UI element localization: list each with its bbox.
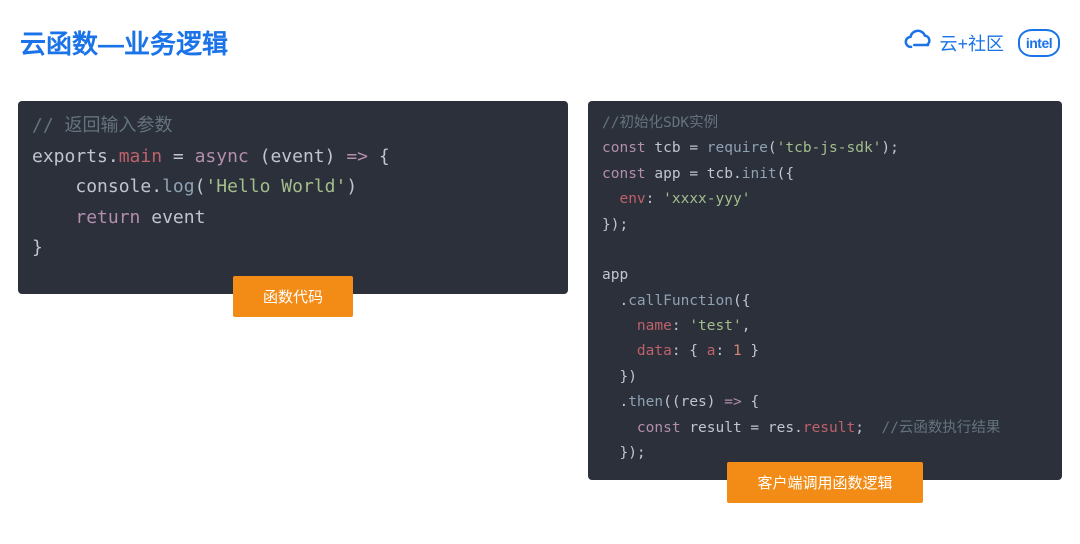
cloud-icon bbox=[903, 29, 933, 56]
logos: 云+社区 intel bbox=[903, 29, 1060, 57]
header: 云函数—业务逻辑 云+社区 intel bbox=[0, 0, 1080, 61]
client-call-badge: 客户端调用函数逻辑 bbox=[727, 462, 922, 503]
page-title: 云函数—业务逻辑 bbox=[20, 24, 228, 61]
function-code-panel: // 返回输入参数 exports.main = async (event) =… bbox=[18, 101, 568, 294]
function-code-block: // 返回输入参数 exports.main = async (event) =… bbox=[18, 101, 568, 317]
code-comment: // 返回输入参数 bbox=[32, 115, 173, 136]
code-comment: //初始化SDK实例 bbox=[602, 115, 718, 131]
client-call-panel: //初始化SDK实例 const tcb = require('tcb-js-s… bbox=[588, 101, 1062, 480]
function-code-badge: 函数代码 bbox=[233, 276, 353, 317]
content: // 返回输入参数 exports.main = async (event) =… bbox=[0, 61, 1080, 503]
cloud-community-logo: 云+社区 bbox=[903, 29, 1004, 56]
cloud-community-label: 云+社区 bbox=[939, 30, 1004, 56]
intel-logo: intel bbox=[1018, 29, 1060, 57]
client-call-block: //初始化SDK实例 const tcb = require('tcb-js-s… bbox=[588, 101, 1062, 503]
